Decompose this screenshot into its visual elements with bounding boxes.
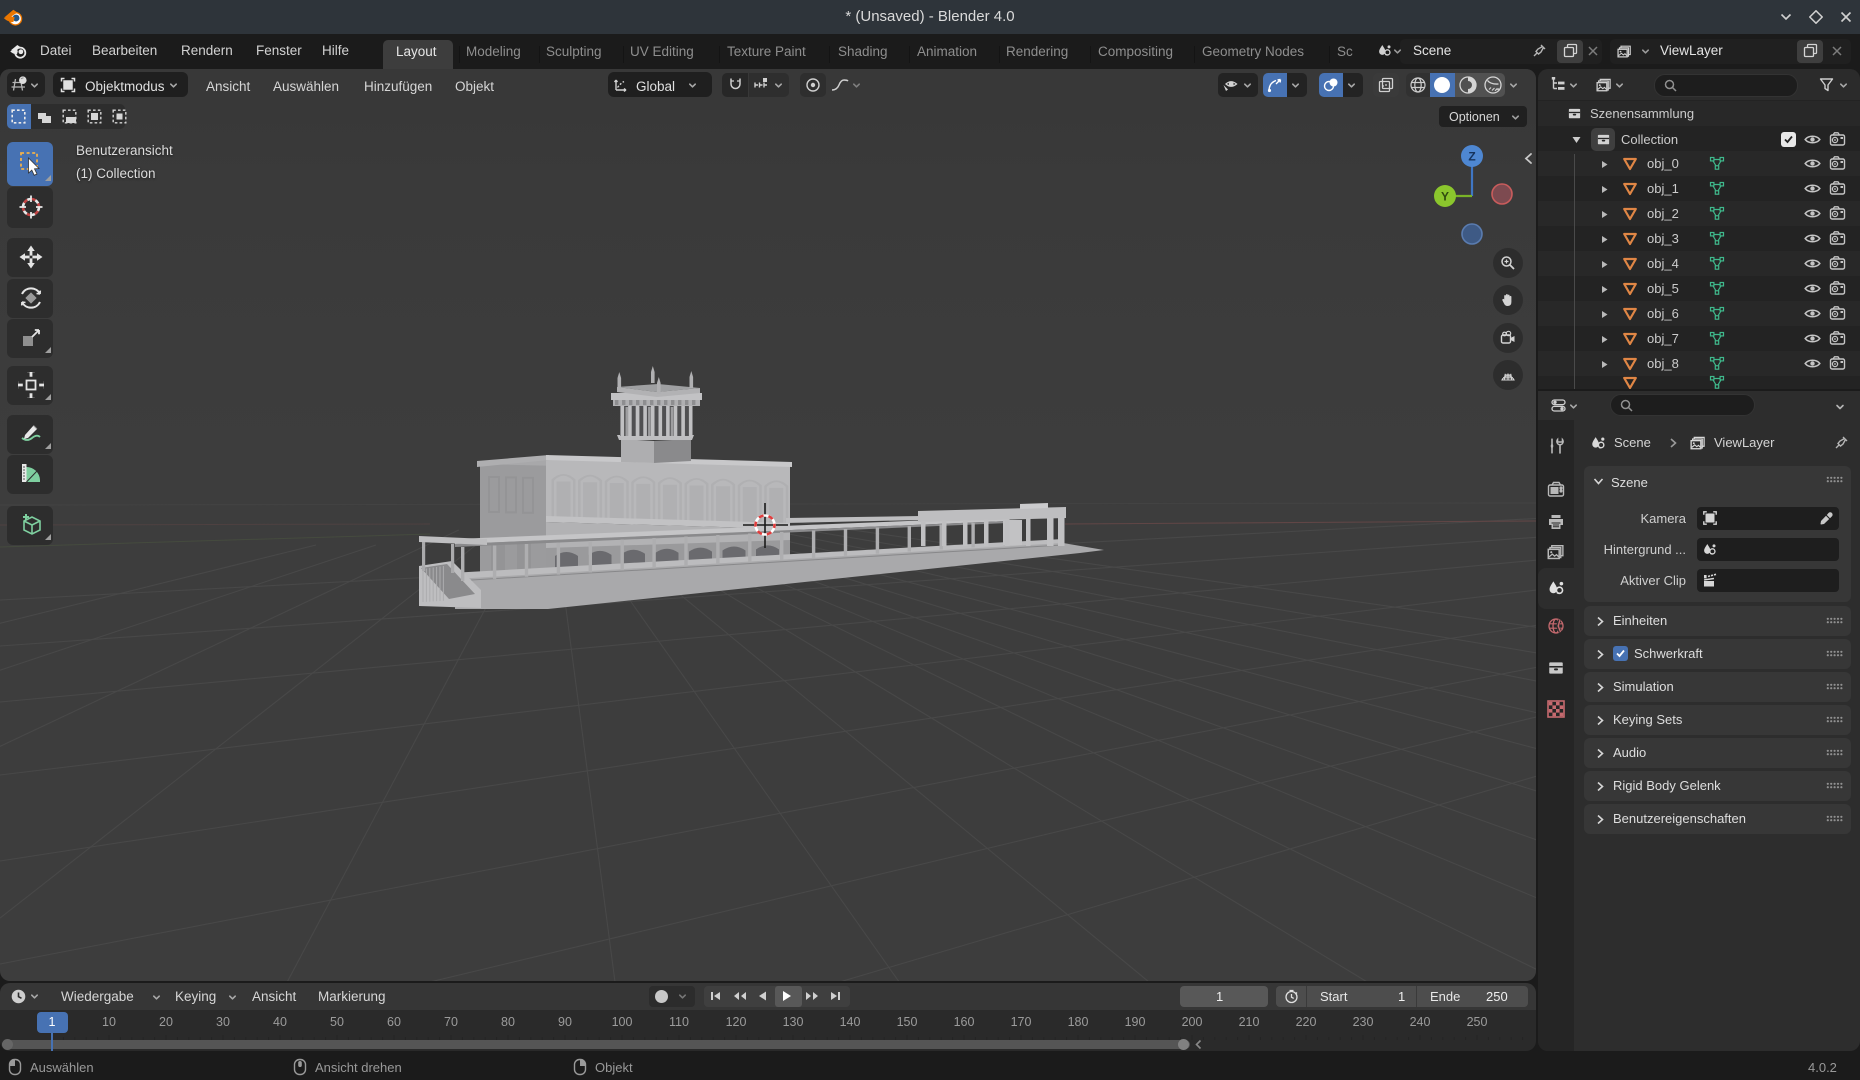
svg-text:Z: Z	[1468, 150, 1475, 164]
svg-text:Y: Y	[1441, 190, 1449, 204]
